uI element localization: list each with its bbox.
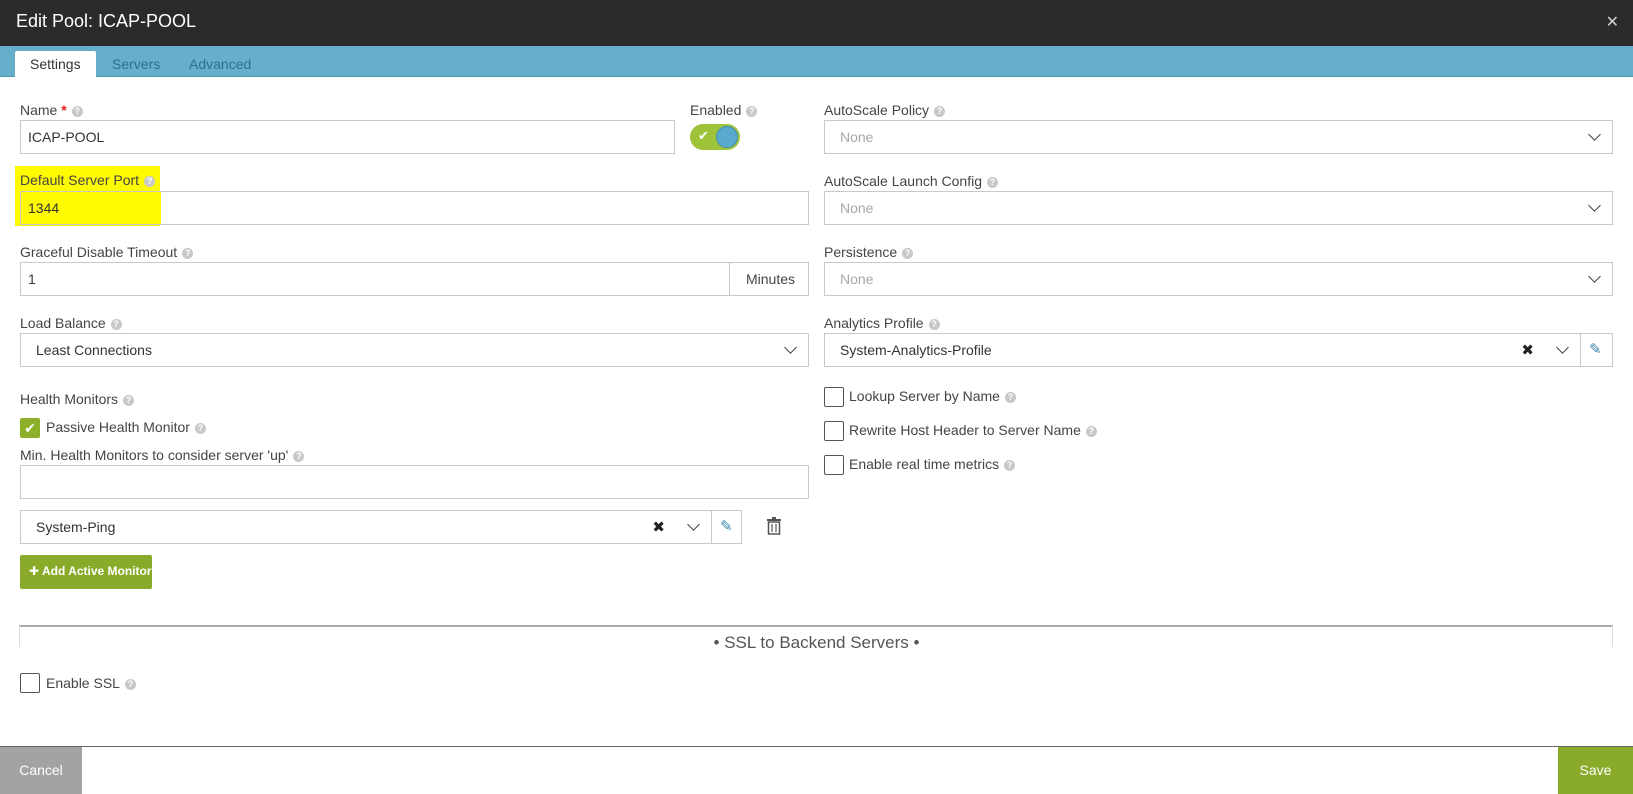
pencil-icon: ✎ (720, 518, 733, 535)
tab-servers[interactable]: Servers (112, 51, 160, 77)
help-icon[interactable]: ? (144, 176, 156, 187)
autoscale-launch-label: AutoScale Launch Config? (824, 173, 998, 189)
load-balance-value: Least Connections (36, 342, 152, 358)
help-icon[interactable]: ? (293, 451, 305, 462)
cancel-button[interactable]: Cancel (0, 747, 82, 794)
save-button[interactable]: Save (1558, 747, 1633, 794)
name-field[interactable]: ICAP-POOL (20, 120, 675, 154)
default-port-field[interactable]: 1344 (20, 191, 809, 225)
enable-ssl-label: Enable SSL? (46, 675, 136, 691)
active-monitor-value: System-Ping (36, 519, 116, 535)
enable-ssl-checkbox[interactable] (20, 673, 40, 693)
realtime-metrics-checkbox[interactable] (824, 455, 844, 475)
help-icon[interactable]: ? (902, 248, 914, 259)
min-health-label: Min. Health Monitors to consider server … (20, 447, 305, 463)
modal-title: Edit Pool: ICAP-POOL (16, 11, 197, 31)
edit-monitor-button[interactable]: ✎ (711, 510, 742, 544)
help-icon[interactable]: ? (928, 319, 940, 330)
pencil-icon: ✎ (1589, 341, 1602, 358)
tab-bar: Settings Servers Advanced (0, 46, 1633, 77)
chevron-down-icon (786, 343, 796, 353)
help-icon[interactable]: ? (182, 248, 194, 259)
realtime-metrics-label: Enable real time metrics? (849, 456, 1016, 472)
health-monitors-label: Health Monitors? (20, 391, 135, 407)
help-icon[interactable]: ? (1085, 426, 1097, 437)
toggle-knob (716, 126, 738, 148)
chevron-down-icon (1590, 272, 1600, 282)
analytics-profile-label: Analytics Profile? (824, 315, 940, 331)
clear-icon[interactable]: ✖ (652, 518, 665, 536)
analytics-profile-select[interactable]: System-Analytics-Profile ✖ (824, 333, 1581, 367)
chevron-down-icon (1590, 130, 1600, 140)
help-icon[interactable]: ? (194, 423, 206, 434)
passive-health-checkbox[interactable]: ✔ (20, 418, 40, 438)
help-icon[interactable]: ? (987, 177, 998, 188)
graceful-label: Graceful Disable Timeout? (20, 244, 194, 260)
minutes-addon: Minutes (729, 262, 809, 296)
help-icon[interactable]: ? (746, 106, 758, 117)
help-icon[interactable]: ? (124, 679, 136, 690)
passive-health-label: Passive Health Monitor? (46, 419, 206, 435)
plus-icon: ✚ (29, 564, 40, 578)
lookup-server-checkbox[interactable] (824, 387, 844, 407)
chevron-down-icon (1590, 201, 1600, 211)
tab-settings[interactable]: Settings (15, 51, 96, 77)
active-monitor-select[interactable]: System-Ping ✖ (20, 510, 712, 544)
help-icon[interactable]: ? (934, 106, 946, 117)
clear-icon[interactable]: ✖ (1521, 341, 1534, 359)
help-icon[interactable]: ? (1004, 392, 1016, 403)
edit-analytics-button[interactable]: ✎ (1580, 333, 1613, 367)
enabled-toggle[interactable]: ✔ (690, 124, 740, 150)
persistence-select[interactable]: None (824, 262, 1613, 296)
load-balance-select[interactable]: Least Connections (20, 333, 809, 367)
required-marker: * (61, 102, 67, 118)
autoscale-policy-label: AutoScale Policy? (824, 102, 946, 118)
ssl-section-title: • SSL to Backend Servers • (713, 633, 920, 652)
check-icon: ✔ (698, 128, 709, 143)
help-icon[interactable]: ? (123, 395, 135, 406)
help-icon[interactable]: ? (110, 319, 122, 330)
load-balance-label: Load Balance? (20, 315, 122, 331)
rewrite-host-checkbox[interactable] (824, 421, 844, 441)
trash-icon[interactable] (766, 517, 782, 535)
help-icon[interactable]: ? (1004, 460, 1016, 471)
modal-header: Edit Pool: ICAP-POOL ✕ (0, 0, 1633, 46)
enabled-label: Enabled? (690, 102, 758, 118)
chevron-down-icon (1558, 343, 1568, 353)
close-icon[interactable]: ✕ (1606, 12, 1619, 32)
autoscale-policy-select[interactable]: None (824, 120, 1613, 154)
lookup-server-label: Lookup Server by Name? (849, 388, 1016, 404)
persistence-label: Persistence? (824, 244, 914, 260)
autoscale-launch-select[interactable]: None (824, 191, 1613, 225)
tab-advanced[interactable]: Advanced (189, 51, 251, 77)
name-label: Name *? (20, 102, 83, 118)
help-icon[interactable]: ? (71, 106, 83, 117)
min-health-field[interactable] (20, 465, 809, 499)
rewrite-host-label: Rewrite Host Header to Server Name? (849, 422, 1097, 438)
chevron-down-icon (689, 520, 699, 530)
graceful-timeout-field[interactable]: 1 (20, 262, 730, 296)
add-active-monitor-button[interactable]: ✚ Add Active Monitor (20, 555, 152, 589)
modal-footer: Cancel Save (0, 746, 1633, 794)
